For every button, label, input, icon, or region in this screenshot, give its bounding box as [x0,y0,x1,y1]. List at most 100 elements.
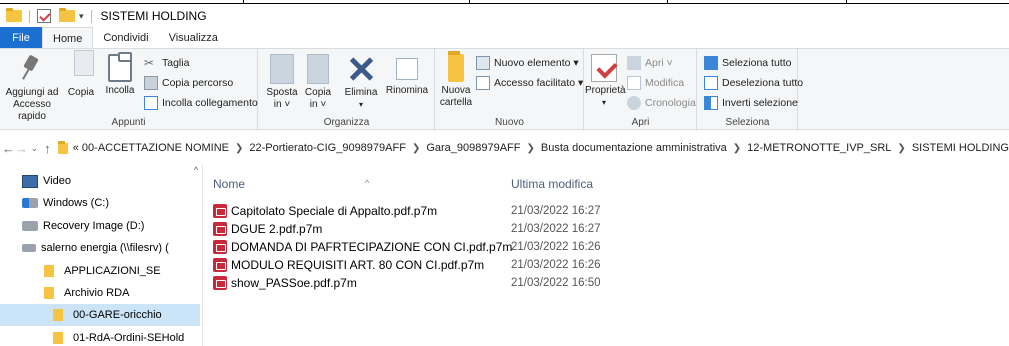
nav-item-recovery-d[interactable]: Recovery Image (D:) [0,215,200,237]
p7m-file-icon [213,222,227,236]
folder-icon [53,309,63,321]
breadcrumb: « 00-ACCETTAZIONE NOMINE ❯ 22-Portierato… [57,140,1009,154]
group-label-open: Apri [631,117,650,128]
select-none-button[interactable]: Deseleziona tutto [704,75,803,91]
recent-locations-chevron-icon[interactable]: ⌄ [28,143,41,154]
nav-item-rda-ordini[interactable]: 01-RdA-Ordini-SEHold [0,327,200,346]
invert-selection-icon [704,96,718,110]
folder-icon [44,287,54,299]
back-arrow-icon[interactable]: ← [2,141,15,156]
edit-icon [627,76,641,90]
breadcrumb-item[interactable]: 22-Portierato-CIG_9098979AFF [249,142,406,154]
up-arrow-icon[interactable]: ↑ [41,141,54,156]
rename-button[interactable]: Rinomina [383,52,431,97]
history-icon [627,96,641,110]
move-to-icon [270,54,294,84]
properties-check-icon [591,54,617,82]
file-row[interactable]: DOMANDA DI PAFRTECIPAZIONE CON CI.pdf.p7… [213,238,733,256]
rename-icon [396,58,418,80]
folder-icon [6,8,22,22]
properties-quick-icon[interactable] [37,9,51,23]
history-button[interactable]: Cronologia [627,95,696,111]
invert-selection-button[interactable]: Inverti selezione [704,95,798,111]
breadcrumb-separator-icon[interactable]: ❯ [412,143,420,154]
select-all-button[interactable]: Seleziona tutto [704,55,791,71]
group-new: Nuova cartella Nuovo elemento ▾ Accesso … [436,49,584,131]
move-to-button[interactable]: Sposta in ˅ [265,52,299,111]
navigation-pane[interactable]: ^ Video Windows (C:) Recovery Image (D:)… [0,165,203,346]
copy-path-button[interactable]: Copia percorso [144,75,233,91]
folder-icon [44,265,54,277]
delete-x-icon [346,54,376,84]
file-list: Nome ^ Ultima modifica Capitolato Specia… [203,165,1009,346]
easy-access-button[interactable]: Accesso facilitato ▾ [476,75,583,91]
pin-icon [17,54,47,84]
paste-shortcut-icon [144,96,158,110]
tab-share[interactable]: Condividi [93,27,158,49]
breadcrumb-separator-icon[interactable]: ❯ [897,143,905,154]
new-item-button[interactable]: Nuovo elemento ▾ [476,55,579,71]
breadcrumb-separator-icon[interactable]: ❯ [733,143,741,154]
edit-button[interactable]: Modifica [627,75,684,91]
copy-button[interactable]: Copia [64,50,98,99]
title-bar: ▾ SISTEMI HOLDING [0,5,1009,27]
pin-quick-access-button[interactable]: Aggiungi ad Accesso rapido [4,52,60,123]
scissors-icon: ✂ [144,56,155,70]
breadcrumb-item-current[interactable]: SISTEMI HOLDING [912,142,1009,154]
customize-quick-access-icon[interactable]: ▾ [79,11,84,22]
nav-item-applicazioni[interactable]: APPLICAZIONI_SE [0,260,200,282]
drive-icon [22,221,38,231]
new-folder-quick-icon[interactable] [59,8,75,22]
open-button[interactable]: Apri ˅ [627,55,673,71]
tab-file[interactable]: File [0,27,42,49]
file-row[interactable]: DGUE 2.pdf.p7m 21/03/2022 16:27 [213,220,733,238]
select-none-icon [704,76,718,90]
properties-button[interactable]: Proprietà ▾ [585,52,626,109]
nav-item-windows-c[interactable]: Windows (C:) [0,192,200,214]
delete-button[interactable]: Elimina ▾ [341,52,381,111]
copy-to-icon [307,54,329,84]
open-icon [627,56,641,70]
nav-item-video[interactable]: Video [0,170,200,192]
copy-icon [69,50,94,84]
folder-icon [53,332,63,344]
nav-item-network-drive[interactable]: salerno energia (\\filesrv) ( [0,237,200,259]
p7m-file-icon [213,258,227,272]
nav-item-gare-oricchio[interactable]: 00-GARE-oricchio [0,304,200,326]
group-select: Seleziona tutto Deseleziona tutto Invert… [698,49,803,131]
video-folder-icon [22,174,38,188]
breadcrumb-separator-icon[interactable]: ❯ [527,143,535,154]
breadcrumb-item[interactable]: Busta documentazione amministrativa [541,142,727,154]
column-header-name[interactable]: Nome ^ [213,177,503,191]
group-organize: Sposta in ˅ Copia in ˅ Elimina ▾ Rinomin… [259,49,435,131]
breadcrumb-item[interactable]: « 00-ACCETTAZIONE NOMINE [73,142,229,154]
forward-arrow-icon[interactable]: → [15,141,28,156]
tab-view[interactable]: Visualizza [159,27,228,49]
sort-ascending-icon: ^ [365,178,370,188]
cut-button[interactable]: ✂ Taglia [144,55,189,71]
group-label-clipboard: Appunti [111,117,146,128]
paste-shortcut-button[interactable]: Incolla collegamento [144,95,258,111]
group-clipboard: Aggiungi ad Accesso rapido Copia Incolla… [0,49,258,131]
breadcrumb-item[interactable]: 12-METRONOTTE_IVP_SRL [747,142,891,154]
file-row[interactable]: Capitolato Speciale di Appalto.pdf.p7m 2… [213,202,733,220]
column-header-modified[interactable]: Ultima modifica [511,177,593,191]
top-border [0,0,1009,4]
new-folder-icon [448,51,464,82]
breadcrumb-item[interactable]: Gara_9098979AFF [426,142,520,154]
new-folder-button[interactable]: Nuova cartella [438,51,474,109]
file-row[interactable]: show_PASSoe.pdf.p7m 21/03/2022 16:50 [213,274,733,292]
clipboard-icon [108,52,132,82]
network-drive-icon [22,244,36,252]
p7m-file-icon [213,276,227,290]
file-row[interactable]: MODULO REQUISITI ART. 80 CON CI.pdf.p7m … [213,256,733,274]
breadcrumb-separator-icon[interactable]: ❯ [235,143,243,154]
group-label-organize: Organizza [323,117,370,128]
copy-to-button[interactable]: Copia in ˅ [301,52,335,111]
window-title: SISTEMI HOLDING [100,9,207,23]
paste-button[interactable]: Incolla [102,52,138,97]
new-item-icon [476,56,490,70]
tab-home[interactable]: Home [42,27,94,49]
windows-drive-icon [22,198,38,208]
nav-item-archivio-rda[interactable]: Archivio RDA [0,282,200,304]
